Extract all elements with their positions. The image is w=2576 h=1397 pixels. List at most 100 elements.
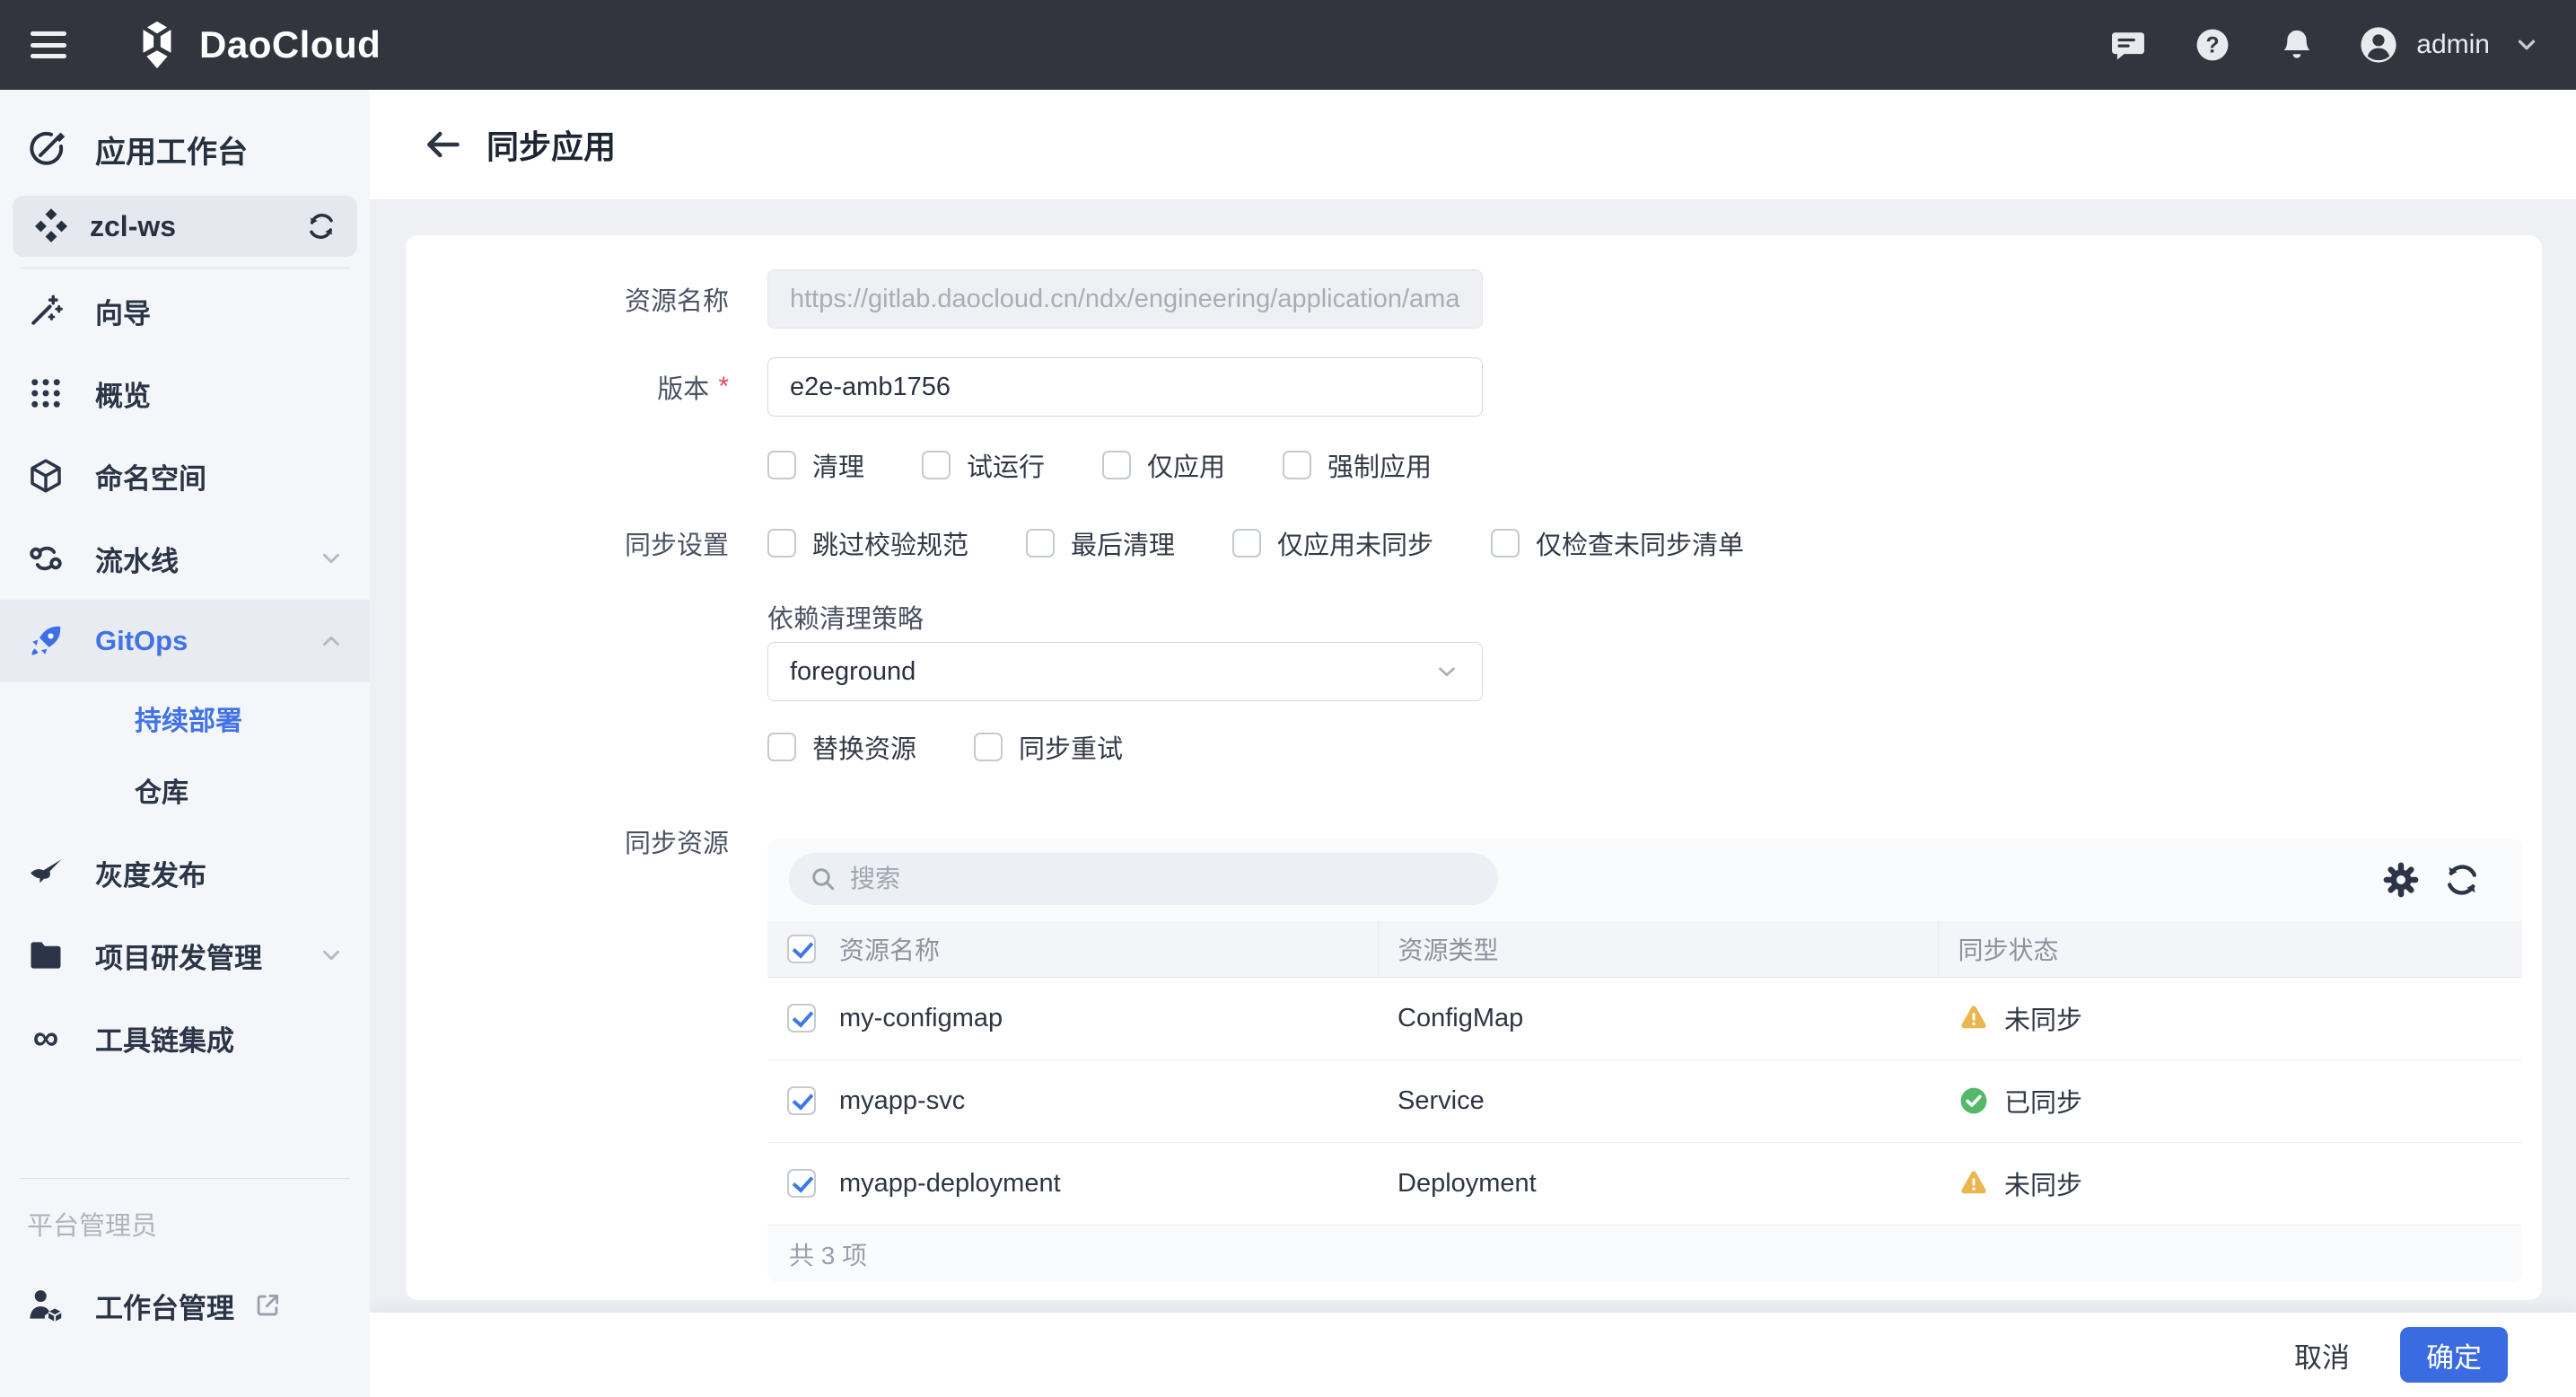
content-area: 资源名称 版本* 清理 试运行 仅应用 强制应用 同步设置 跳过校验规范 最后清… bbox=[370, 199, 2576, 1313]
col-header-resource-type: 资源类型 bbox=[1378, 921, 1938, 977]
pipeline-icon bbox=[26, 539, 66, 578]
avatar bbox=[2357, 23, 2400, 66]
sidebar-subitem-continuous-deployment[interactable]: 持续部署 bbox=[0, 682, 370, 754]
prune-policy-select[interactable]: foreground bbox=[767, 642, 1483, 701]
messages-icon[interactable] bbox=[2107, 24, 2149, 66]
sidebar-item-gitops[interactable]: GitOps bbox=[0, 600, 370, 682]
page-title: 同步应用 bbox=[486, 121, 616, 168]
checkbox-replace[interactable]: 替换资源 bbox=[767, 728, 916, 766]
app-workbench-icon bbox=[25, 127, 68, 171]
row-checkbox[interactable] bbox=[787, 1004, 816, 1032]
user-menu[interactable]: admin bbox=[2357, 23, 2540, 66]
sidebar-item-overview[interactable]: 概览 bbox=[0, 352, 370, 435]
username: admin bbox=[2416, 30, 2490, 60]
switch-workspace-icon[interactable] bbox=[303, 208, 339, 244]
sidebar-item-pipeline[interactable]: 流水线 bbox=[0, 517, 370, 600]
checkbox-prune-last[interactable]: 最后清理 bbox=[1026, 524, 1175, 562]
grid-dots-icon bbox=[27, 374, 65, 412]
warning-icon bbox=[1958, 1167, 1990, 1199]
workspace-name: zcl-ws bbox=[90, 210, 176, 243]
external-link-icon bbox=[252, 1290, 283, 1321]
table-row: myapp-deployment Deployment 未同步 bbox=[767, 1142, 2522, 1225]
resource-search[interactable] bbox=[789, 853, 1498, 905]
sidebar-item-wizard[interactable]: 向导 bbox=[0, 269, 370, 352]
page-header: 同步应用 bbox=[370, 90, 2576, 199]
arrow-left-icon bbox=[423, 125, 462, 164]
sync-form-card: 资源名称 版本* 清理 试运行 仅应用 强制应用 同步设置 跳过校验规范 最后清… bbox=[406, 235, 2542, 1300]
checkbox-force-apply[interactable]: 强制应用 bbox=[1283, 446, 1432, 484]
search-input[interactable] bbox=[850, 865, 1478, 893]
chevron-down-icon bbox=[318, 545, 345, 572]
chevron-down-icon bbox=[318, 942, 345, 969]
search-icon bbox=[809, 865, 837, 893]
sync-resources-panel: 资源名称 资源类型 同步状态 my-configmap ConfigMap 未 bbox=[767, 839, 2522, 1282]
folder-icon bbox=[26, 936, 66, 975]
wand-icon bbox=[26, 291, 66, 330]
checkbox-retry[interactable]: 同步重试 bbox=[974, 728, 1123, 766]
checkbox-check-only[interactable]: 仅检查未同步清单 bbox=[1491, 524, 1744, 562]
sidebar-item-gray-release[interactable]: 灰度发布 bbox=[0, 831, 370, 914]
bird-icon bbox=[26, 853, 66, 892]
daocloud-logo-icon bbox=[131, 19, 183, 71]
sidebar-item-project-management[interactable]: 项目研发管理 bbox=[0, 914, 370, 997]
warning-icon bbox=[1958, 1002, 1990, 1034]
settings-gear-icon[interactable] bbox=[2380, 859, 2422, 901]
role-label: 平台管理员 bbox=[27, 1205, 157, 1243]
row-checkbox[interactable] bbox=[787, 1169, 816, 1198]
brand: DaoCloud bbox=[131, 19, 381, 71]
admin-user-icon bbox=[25, 1285, 66, 1326]
cube-icon bbox=[26, 456, 66, 496]
divider bbox=[20, 1178, 350, 1179]
back-button[interactable] bbox=[422, 124, 463, 165]
table-row: my-configmap ConfigMap 未同步 bbox=[767, 977, 2522, 1059]
table-row: myapp-svc Service 已同步 bbox=[767, 1059, 2522, 1142]
rocket-icon bbox=[26, 621, 66, 661]
sidebar-item-toolchain[interactable]: ∞ 工具链集成 bbox=[0, 997, 370, 1079]
refresh-icon[interactable] bbox=[2441, 859, 2483, 901]
help-icon[interactable]: ? bbox=[2192, 24, 2233, 66]
success-icon bbox=[1958, 1085, 1990, 1117]
sidebar-module-header: 应用工作台 bbox=[0, 111, 370, 187]
resources-table: 资源名称 资源类型 同步状态 my-configmap ConfigMap 未 bbox=[767, 921, 2522, 1226]
workspace-selector[interactable]: zcl-ws bbox=[13, 196, 357, 257]
sync-settings-label: 同步设置 bbox=[406, 514, 729, 573]
svg-text:?: ? bbox=[2206, 33, 2220, 57]
col-header-resource-name: 资源名称 bbox=[767, 921, 1378, 977]
notifications-bell-icon[interactable] bbox=[2276, 24, 2318, 66]
menu-toggle-icon[interactable] bbox=[31, 31, 66, 58]
action-footer: 取消 确定 bbox=[370, 1313, 2576, 1397]
sidebar: 应用工作台 zcl-ws 向导 bbox=[0, 90, 370, 1397]
checkbox-dry-run[interactable]: 试运行 bbox=[922, 446, 1045, 484]
row-checkbox[interactable] bbox=[787, 1086, 816, 1115]
sync-options-row-3: 替换资源 同步重试 bbox=[767, 717, 1180, 777]
confirm-button[interactable]: 确定 bbox=[2400, 1327, 2508, 1383]
resources-toolbar bbox=[767, 839, 2522, 921]
sidebar-item-workbench-management[interactable]: 工作台管理 bbox=[0, 1266, 370, 1345]
checkbox-skip-schema[interactable]: 跳过校验规范 bbox=[767, 524, 968, 562]
cancel-button[interactable]: 取消 bbox=[2269, 1322, 2375, 1388]
topbar: DaoCloud ? bbox=[0, 0, 2576, 90]
checkbox-apply-only[interactable]: 仅应用 bbox=[1102, 446, 1225, 484]
sync-options-row-2: 跳过校验规范 最后清理 仅应用未同步 仅检查未同步清单 bbox=[767, 514, 1801, 573]
checkbox-apply-out-of-sync[interactable]: 仅应用未同步 bbox=[1232, 524, 1433, 562]
sync-options-row-1: 清理 试运行 仅应用 强制应用 bbox=[767, 435, 1489, 495]
chevron-down-icon bbox=[2513, 31, 2540, 58]
version-label: 版本* bbox=[406, 357, 729, 417]
chevron-down-icon bbox=[1433, 658, 1460, 685]
brand-name: DaoCloud bbox=[199, 23, 381, 66]
chevron-up-icon bbox=[318, 628, 345, 655]
sync-resources-label: 同步资源 bbox=[406, 823, 729, 859]
resource-name-input bbox=[767, 269, 1483, 329]
table-total-count: 共 3 项 bbox=[767, 1226, 2522, 1283]
sidebar-item-namespaces[interactable]: 命名空间 bbox=[0, 435, 370, 517]
sidebar-module-title: 应用工作台 bbox=[95, 127, 248, 171]
select-all-checkbox[interactable] bbox=[787, 935, 816, 963]
workspace-icon bbox=[32, 207, 70, 245]
required-asterisk: * bbox=[718, 372, 729, 402]
checkbox-prune[interactable]: 清理 bbox=[767, 446, 864, 484]
infinity-icon: ∞ bbox=[33, 1020, 59, 1056]
resource-name-label: 资源名称 bbox=[406, 269, 729, 329]
col-header-sync-status: 同步状态 bbox=[1938, 921, 2522, 977]
sidebar-subitem-repository[interactable]: 仓库 bbox=[0, 754, 370, 826]
version-input[interactable] bbox=[767, 357, 1483, 417]
